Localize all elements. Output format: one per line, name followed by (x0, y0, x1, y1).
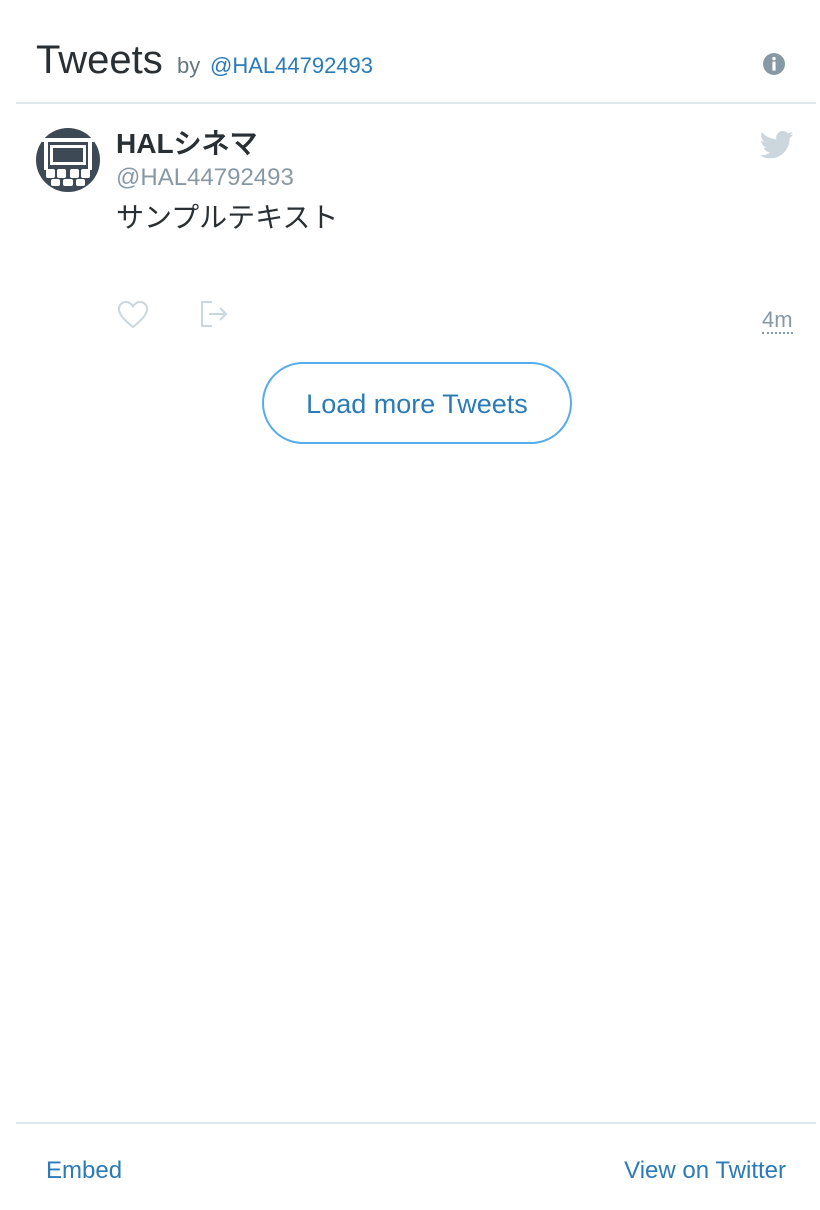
share-icon[interactable] (199, 299, 229, 329)
load-more-tweets-button[interactable]: Load more Tweets (262, 362, 572, 444)
tweet[interactable]: HALシネマ @HAL44792493 サンプルテキスト 4m (16, 104, 816, 344)
twitter-bird-icon[interactable] (760, 130, 794, 160)
tweet-timestamp[interactable]: 4m (762, 308, 793, 334)
tweet-text: サンプルテキスト (116, 202, 339, 233)
tweet-author-handle[interactable]: @HAL44792493 (116, 162, 294, 194)
header-title: Tweets (36, 38, 163, 82)
info-icon[interactable] (762, 52, 786, 76)
embed-link[interactable]: Embed (46, 1156, 122, 1186)
header-by-label: by (177, 53, 201, 78)
timeline-header: Tweets by @HAL44792493 (16, 0, 816, 104)
cinema-avatar-icon[interactable] (36, 128, 100, 192)
view-on-twitter-link[interactable]: View on Twitter (624, 1156, 786, 1186)
tweet-author-name[interactable]: HALシネマ (116, 126, 258, 162)
header-handle-link[interactable]: @HAL44792493 (210, 52, 373, 80)
heart-icon[interactable] (117, 300, 149, 330)
timeline-footer: Embed View on Twitter (16, 1122, 816, 1210)
timeline-widget: Tweets by @HAL44792493 HALシネマ @HAL447924… (0, 0, 820, 1210)
